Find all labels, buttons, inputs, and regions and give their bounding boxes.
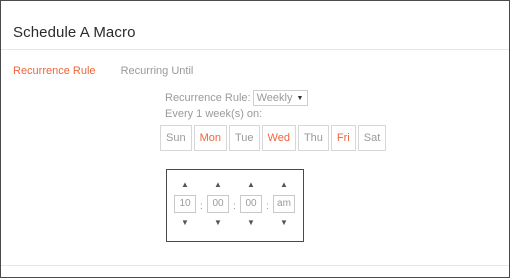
recurrence-rule-row: Recurrence Rule: Weekly ▼	[165, 90, 309, 106]
time-separator: :	[200, 201, 203, 212]
minute-column: ▲ 00 ▼	[207, 180, 229, 228]
recurrence-rule-value: Weekly	[256, 91, 293, 104]
recurrence-rule-label: Recurrence Rule:	[165, 92, 251, 104]
day-button-sun[interactable]: Sun	[160, 125, 192, 151]
period-decrement-icon[interactable]: ▼	[273, 218, 295, 228]
hour-column: ▲ 10 ▼	[174, 180, 196, 228]
period-increment-icon[interactable]: ▲	[273, 180, 295, 190]
day-button-tue[interactable]: Tue	[228, 125, 260, 151]
weekday-selector: Sun Mon Tue Wed Thu Fri Sat	[160, 125, 388, 151]
day-button-fri[interactable]: Fri	[330, 125, 356, 151]
am-pm-field[interactable]: am	[273, 195, 295, 213]
title-divider	[1, 49, 509, 50]
second-decrement-icon[interactable]: ▼	[240, 218, 262, 228]
second-column: ▲ 00 ▼	[240, 180, 262, 228]
minute-increment-icon[interactable]: ▲	[207, 180, 229, 190]
day-button-wed[interactable]: Wed	[261, 125, 296, 151]
dropdown-caret-icon: ▼	[296, 94, 304, 102]
tab-recurrence-rule[interactable]: Recurrence Rule	[13, 65, 96, 77]
day-button-mon[interactable]: Mon	[193, 125, 227, 151]
minute-field[interactable]: 00	[207, 195, 229, 213]
second-field[interactable]: 00	[240, 195, 262, 213]
dialog-title: Schedule A Macro	[13, 24, 136, 41]
period-column: ▲ am ▼	[273, 180, 295, 228]
time-picker: ▲ 10 ▼ : ▲ 00 ▼ : ▲ 00 ▼ : ▲ am ▼	[166, 169, 304, 242]
footer-divider	[1, 265, 509, 266]
time-separator: :	[233, 201, 236, 212]
hour-field[interactable]: 10	[174, 195, 196, 213]
schedule-macro-dialog: Schedule A Macro Recurrence Rule Recurri…	[0, 0, 510, 278]
minute-decrement-icon[interactable]: ▼	[207, 218, 229, 228]
recurrence-rule-select[interactable]: Weekly ▼	[252, 90, 309, 106]
every-weeks-text: Every 1 week(s) on:	[165, 108, 263, 120]
time-separator: :	[266, 201, 269, 212]
hour-increment-icon[interactable]: ▲	[174, 180, 196, 190]
day-button-sat[interactable]: Sat	[357, 125, 387, 151]
hour-decrement-icon[interactable]: ▼	[174, 218, 196, 228]
day-button-thu[interactable]: Thu	[297, 125, 329, 151]
second-increment-icon[interactable]: ▲	[240, 180, 262, 190]
tab-recurring-until[interactable]: Recurring Until	[121, 65, 194, 77]
tab-bar: Recurrence Rule Recurring Until	[13, 65, 215, 77]
